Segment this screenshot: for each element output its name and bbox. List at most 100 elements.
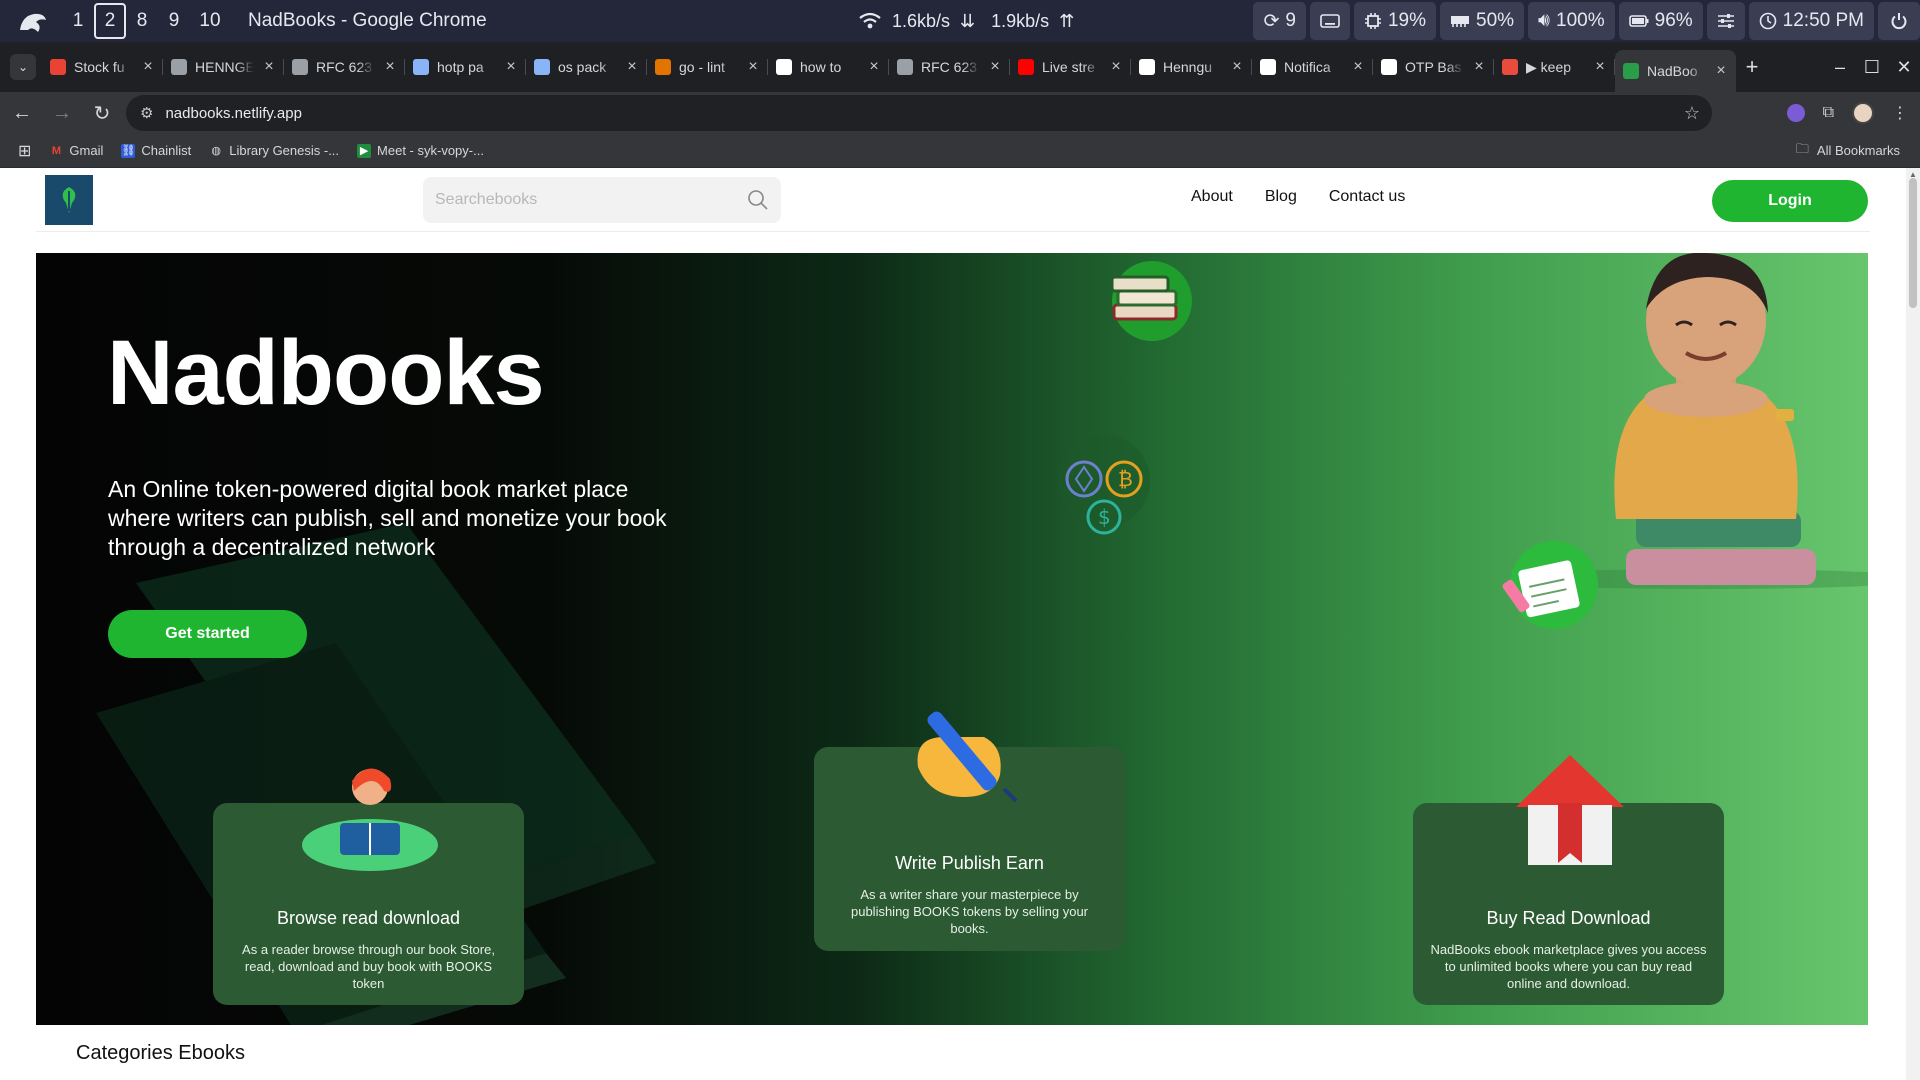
power-widget[interactable] [1878, 2, 1920, 40]
gmail-icon [50, 59, 66, 75]
hero-subtitle: An Online token-powered digital book mar… [108, 476, 667, 560]
memory-usage: 50% [1476, 10, 1515, 31]
reload-button[interactable]: ↻ [84, 95, 120, 131]
profile-avatar[interactable] [1852, 102, 1874, 124]
wifi-icon [859, 12, 881, 29]
browser-tab[interactable]: NadBoo × [1615, 50, 1736, 92]
bookmark-meet[interactable]: ▶ Meet - syk-vopy-... [357, 143, 484, 158]
cpu-widget[interactable]: 19% [1353, 2, 1437, 40]
clock-widget[interactable]: 12:50 PM [1748, 2, 1874, 40]
card-title: Write Publish Earn [895, 853, 1044, 873]
updates-widget[interactable]: ⟳ 9 [1253, 2, 1306, 40]
volume-widget[interactable]: 🔊︎ 100% [1528, 2, 1615, 40]
distro-logo-icon[interactable] [16, 6, 50, 36]
nav-about-link[interactable]: About [1191, 188, 1233, 206]
extensions-puzzle-icon[interactable]: ⧉ [1823, 104, 1834, 122]
browser-tab[interactable]: RFC 623 × [284, 49, 405, 85]
close-tab-icon[interactable]: × [625, 58, 639, 76]
browser-menu-icon[interactable]: ⋮ [1892, 103, 1908, 123]
bookmark-library-genesis[interactable]: ◍ Library Genesis -... [209, 143, 339, 158]
writing-hand-icon [917, 711, 1018, 803]
close-tab-icon[interactable]: × [1472, 58, 1486, 76]
chainlist-icon: ⛓ [121, 143, 136, 158]
rfc-icon [292, 59, 308, 75]
close-tab-icon[interactable]: × [1230, 58, 1244, 76]
new-tab-button[interactable]: + [1736, 54, 1768, 80]
close-tab-icon[interactable]: × [141, 58, 155, 76]
browser-tab[interactable]: OTP Bas × [1373, 49, 1494, 85]
nadbooks-logo[interactable] [45, 175, 93, 225]
globe-icon [171, 59, 187, 75]
site-search-input[interactable]: Searchebooks [423, 177, 781, 223]
site-info-icon[interactable]: ⚙︎ [140, 104, 153, 122]
close-tab-icon[interactable]: × [1351, 58, 1365, 76]
close-tab-icon[interactable]: × [1593, 58, 1607, 76]
nav-blog-link[interactable]: Blog [1265, 188, 1297, 206]
get-started-button[interactable]: Get started [108, 610, 307, 658]
login-button[interactable]: Login [1712, 180, 1868, 222]
workspace-8[interactable]: 8 [126, 3, 158, 39]
close-tab-icon[interactable]: × [988, 58, 1002, 76]
browser-tab[interactable]: Live stre × [1010, 49, 1131, 85]
back-button[interactable]: ← [4, 95, 40, 131]
search-icon[interactable] [747, 189, 769, 211]
cpu-usage: 19% [1387, 10, 1427, 31]
tab-title: Live stre [1042, 59, 1095, 75]
bookmark-chainlist[interactable]: ⛓ Chainlist [121, 143, 191, 158]
workspace-2[interactable]: 2 [94, 3, 126, 39]
youtube-icon [1018, 59, 1034, 75]
browser-tab[interactable]: go - lint × [647, 49, 768, 85]
leaf-logo-icon [62, 187, 76, 213]
nav-contact-link[interactable]: Contact us [1329, 188, 1405, 206]
workspace-1[interactable]: 1 [62, 3, 94, 39]
tab-title: os pack [558, 59, 607, 75]
sliders-icon [1717, 14, 1734, 28]
close-tab-icon[interactable]: × [867, 58, 881, 76]
browser-tab[interactable]: Henngu × [1131, 49, 1252, 85]
workspace-10[interactable]: 10 [190, 3, 230, 39]
close-tab-icon[interactable]: × [1714, 62, 1728, 80]
bookmark-gmail[interactable]: M Gmail [49, 143, 104, 158]
close-tab-icon[interactable]: × [383, 58, 397, 76]
globe-icon: ◍ [211, 145, 222, 157]
browser-tab[interactable]: ▶ keep × [1494, 49, 1615, 85]
extension-icon[interactable] [1786, 104, 1805, 122]
address-bar[interactable]: ⚙︎ nadbooks.netlify.app ☆ [126, 95, 1712, 131]
close-window-button[interactable]: ✕ [1888, 57, 1920, 78]
browser-tab[interactable]: how to × [768, 49, 889, 85]
cpu-icon [1364, 13, 1381, 29]
close-tab-icon[interactable]: × [746, 58, 760, 76]
forward-button[interactable]: → [44, 95, 80, 131]
page-scrollbar[interactable]: ▲ [1906, 168, 1920, 1080]
maximize-button[interactable]: ☐ [1856, 57, 1888, 78]
battery-widget[interactable]: 96% [1618, 2, 1703, 40]
page-viewport: Searchebooks About Blog Contact us Login… [0, 168, 1920, 1080]
workspace-9[interactable]: 9 [158, 3, 190, 39]
browser-tab[interactable]: Stock fu × [42, 49, 163, 85]
tab-title: RFC 623 [921, 59, 978, 75]
bookmark-star-icon[interactable]: ☆ [1684, 103, 1700, 124]
close-tab-icon[interactable]: × [262, 58, 276, 76]
tab-title: Stock fu [74, 59, 125, 75]
scrollbar-thumb[interactable] [1909, 178, 1917, 308]
memory-widget[interactable]: 50% [1440, 2, 1525, 40]
browser-tab[interactable]: os pack × [526, 49, 647, 85]
browser-tab[interactable]: HENNGE × [163, 49, 284, 85]
apps-grid-icon[interactable]: ⊞ [18, 141, 31, 161]
minimize-button[interactable]: – [1824, 57, 1856, 78]
browser-tab[interactable]: Notifica × [1252, 49, 1373, 85]
settings-widget[interactable] [1706, 2, 1745, 40]
close-tab-icon[interactable]: × [1109, 58, 1123, 76]
keyboard-widget[interactable] [1309, 2, 1350, 40]
github-icon [1139, 59, 1155, 75]
browser-tab[interactable]: hotp pa × [405, 49, 526, 85]
search-placeholder: Searchebooks [435, 191, 538, 208]
browser-tab[interactable]: RFC 623 × [889, 49, 1010, 85]
close-tab-icon[interactable]: × [504, 58, 518, 76]
all-bookmarks-button[interactable]: 🗀︎ All Bookmarks [1796, 140, 1900, 162]
url-text[interactable]: nadbooks.netlify.app [165, 105, 302, 122]
bookmarks-bar: ⊞ M Gmail ⛓ Chainlist ◍ Library Genesis -..… [0, 134, 1920, 168]
reading-person-icon [302, 768, 438, 871]
tab-title: Notifica [1284, 59, 1331, 75]
tab-search-button[interactable]: ⌄ [10, 54, 36, 80]
